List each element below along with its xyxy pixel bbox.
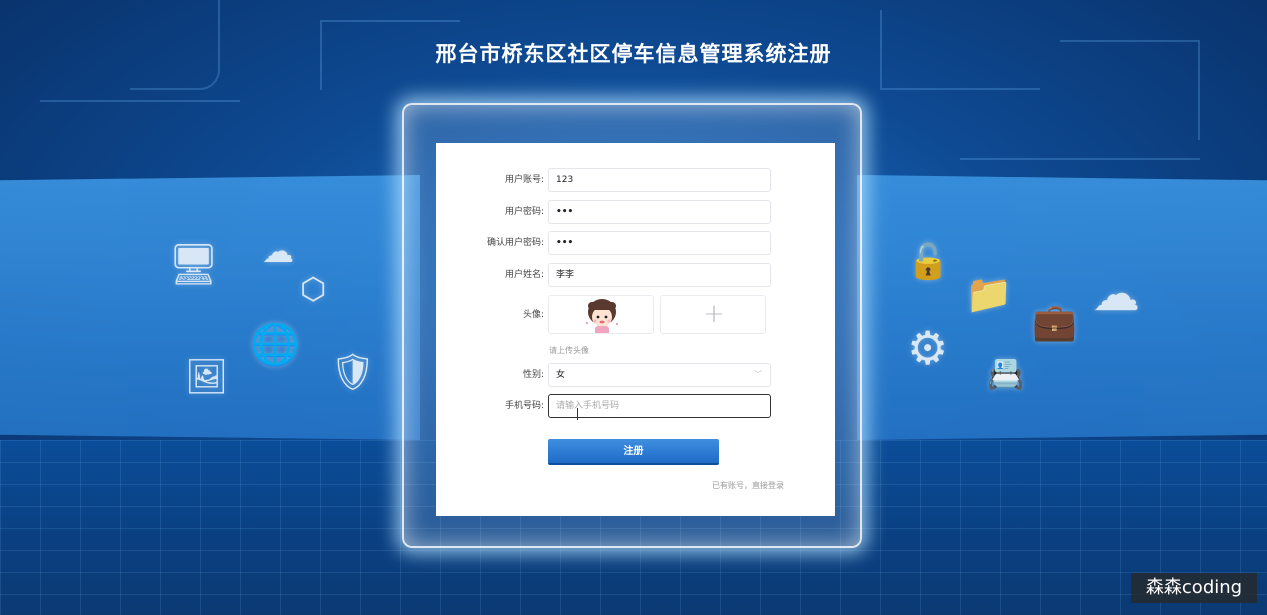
phone-input[interactable]: 请输入手机号码	[548, 394, 771, 418]
plus-icon: +	[703, 299, 725, 329]
confirm-password-label: 确认用户密码:	[486, 238, 544, 248]
page-title: 邢台市桥东区社区停车信息管理系统注册	[435, 42, 832, 66]
phone-label: 手机号码:	[504, 401, 544, 411]
avatar-hint: 请上传头像	[549, 346, 589, 355]
password-input[interactable]: •••	[548, 200, 771, 224]
realname-row: 用户姓名: 李李	[436, 263, 835, 287]
circuit-line	[40, 100, 240, 150]
right-side-panel: 🔓 📁 💼 ☁ ⚙ 📇	[857, 175, 1267, 440]
username-input[interactable]: 123	[548, 168, 771, 192]
avatar-cartoon-girl-icon	[586, 299, 618, 333]
confirm-password-input[interactable]: •••	[548, 231, 771, 255]
username-row: 用户账号: 123	[436, 168, 835, 192]
gender-row: 性别: 女 ﹀	[436, 363, 835, 387]
text-cursor-icon	[577, 408, 578, 420]
phone-row: 手机号码: 请输入手机号码	[436, 394, 835, 418]
avatar-image[interactable]	[548, 295, 654, 334]
gender-label: 性别:	[522, 370, 544, 380]
password-row: 用户密码: •••	[436, 200, 835, 224]
login-link[interactable]: 已有账号，直接登录	[712, 480, 784, 491]
phone-placeholder: 请输入手机号码	[556, 401, 620, 411]
realname-input[interactable]: 李李	[548, 263, 771, 287]
lock-globe-icon: 🔓	[907, 242, 950, 282]
gear-icon: ⚙	[907, 321, 949, 375]
globe-icon: 🌐	[250, 322, 300, 368]
shield-icon: 🛡	[330, 352, 376, 393]
username-label: 用户账号:	[504, 175, 544, 185]
register-form: 用户账号: 123 用户密码: ••• 确认用户密码: ••• 用户姓名: 李李…	[436, 143, 835, 516]
cloud-upload-icon: ☁	[1092, 266, 1140, 322]
circuit-line	[960, 120, 1200, 160]
left-side-panel: 🖥 ☁ ⬡ 🌐 🖼 🛡	[0, 175, 420, 440]
server-lock-icon: 🖥	[168, 242, 219, 288]
gender-value: 女	[556, 370, 566, 380]
register-button[interactable]: 注册	[548, 439, 719, 465]
password-label: 用户密码:	[504, 207, 544, 217]
realname-label: 用户姓名:	[504, 270, 544, 280]
folder-icon: 📁	[965, 272, 1013, 316]
confirm-password-row: 确认用户密码: •••	[436, 231, 835, 255]
avatar-label: 头像:	[522, 310, 544, 320]
image-icon: 🖼	[185, 357, 229, 397]
briefcase-icon: 💼	[1032, 302, 1077, 343]
watermark: 森森coding	[1131, 573, 1257, 603]
gender-select[interactable]: 女 ﹀	[548, 363, 771, 387]
cloud-lock-icon: ☁	[262, 232, 294, 270]
hexagon-network-icon: ⬡	[300, 272, 327, 307]
avatar-upload-button[interactable]: +	[660, 295, 766, 334]
chevron-down-icon: ﹀	[754, 370, 762, 379]
contact-book-icon: 📇	[987, 357, 1025, 392]
